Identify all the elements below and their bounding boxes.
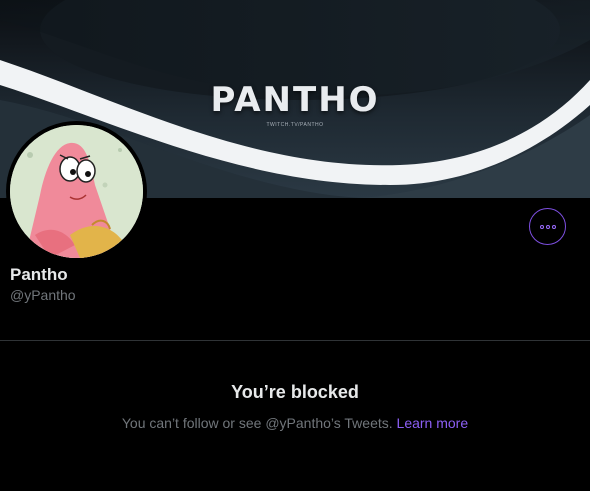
display-name: Pantho <box>10 265 68 284</box>
more-dot <box>545 224 550 229</box>
more-dot <box>551 224 556 229</box>
blocked-message: You can’t follow or see @yPantho’s Tweet… <box>0 415 590 431</box>
more-options-button[interactable] <box>529 208 566 245</box>
banner-title: PANTHO <box>210 80 380 120</box>
user-handle: @yPantho <box>10 287 76 303</box>
blocked-message-text: You can’t follow or see @yPantho’s Tweet… <box>121 415 393 431</box>
avatar-image <box>10 125 143 258</box>
learn-more-link[interactable]: Learn more <box>397 415 469 431</box>
blocked-title: You’re blocked <box>231 382 359 402</box>
more-horizontal-icon <box>539 224 544 229</box>
divider <box>0 340 590 341</box>
avatar[interactable] <box>6 121 147 262</box>
